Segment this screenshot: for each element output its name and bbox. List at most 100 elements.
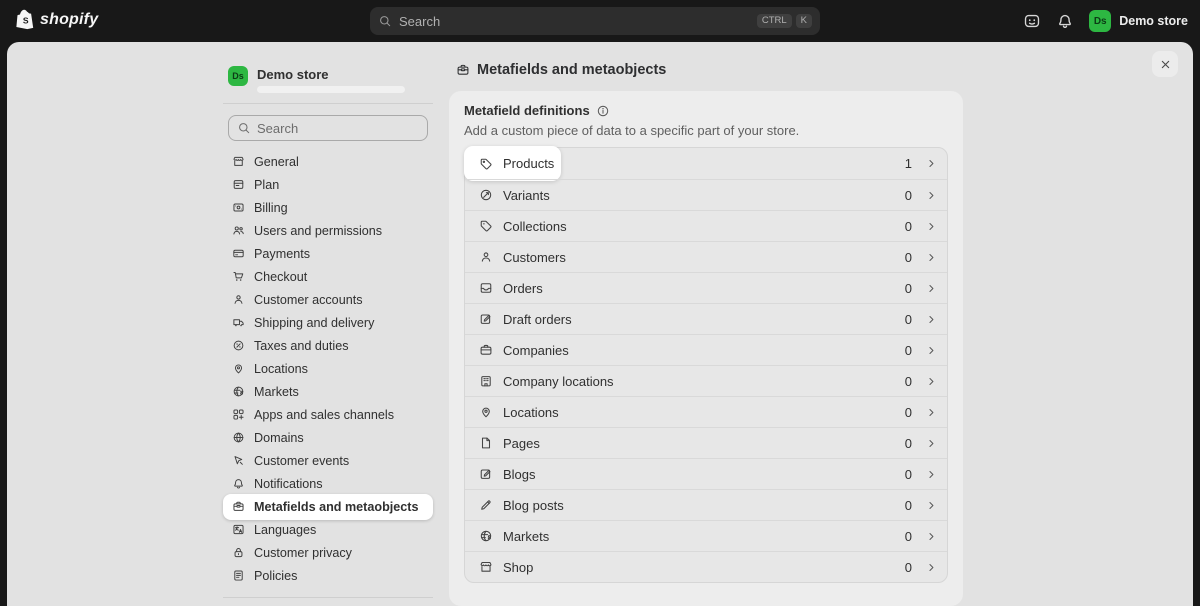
shopify-logo[interactable]: S shopify [16, 9, 98, 30]
row-count: 0 [905, 374, 912, 389]
sidebar-item-label: Metafields and metaobjects [254, 501, 418, 514]
sidebar-item-label: Locations [254, 363, 308, 376]
sidebar-item-customer-accounts[interactable]: Customer accounts [223, 288, 433, 311]
billing-icon [232, 201, 245, 214]
sidebar-item-shipping-and-delivery[interactable]: Shipping and delivery [223, 311, 433, 334]
sidebar-item-policies[interactable]: Policies [223, 564, 433, 587]
metafield-row-collections[interactable]: Collections0 [465, 210, 947, 241]
payments-icon [232, 247, 245, 260]
sidebar-item-users-and-permissions[interactable]: Users and permissions [223, 219, 433, 242]
global-search-placeholder: Search [399, 14, 750, 29]
sidebar-item-label: General [254, 156, 299, 169]
sidebar-item-locations[interactable]: Locations [223, 357, 433, 380]
chevron-right-icon [925, 437, 938, 450]
company-locations-icon [479, 374, 493, 388]
collection-icon [479, 219, 493, 233]
row-count: 0 [905, 281, 912, 296]
metafield-row-variants[interactable]: Variants0 [465, 179, 947, 210]
sidebar-item-label: Taxes and duties [254, 340, 349, 353]
chevron-right-icon [925, 220, 938, 233]
row-count: 0 [905, 219, 912, 234]
chevron-right-icon [925, 313, 938, 326]
row-count: 0 [905, 560, 912, 575]
sidebar-item-general[interactable]: General [223, 150, 433, 173]
store-name: Demo store [257, 68, 405, 82]
sidebar-item-billing[interactable]: Billing [223, 196, 433, 219]
metafield-row-locations[interactable]: Locations0 [465, 396, 947, 427]
sidebar-item-metafields-and-metaobjects[interactable]: Metafields and metaobjects [223, 494, 433, 520]
metafield-row-pages[interactable]: Pages0 [465, 427, 947, 458]
cart-icon [232, 270, 245, 283]
metafield-row-markets[interactable]: Markets0 [465, 520, 947, 551]
sidebar-item-domains[interactable]: Domains [223, 426, 433, 449]
close-button[interactable] [1152, 51, 1178, 77]
metafield-row-blog-posts[interactable]: Blog posts0 [465, 489, 947, 520]
metafield-row-draft-orders[interactable]: Draft orders0 [465, 303, 947, 334]
row-count: 0 [905, 436, 912, 451]
store-menu[interactable]: Ds Demo store [1089, 10, 1188, 32]
sidebar-item-languages[interactable]: Languages [223, 518, 433, 541]
store-icon [232, 155, 245, 168]
sidebar-item-customer-privacy[interactable]: Customer privacy [223, 541, 433, 564]
sidebar-item-payments[interactable]: Payments [223, 242, 433, 265]
notifications-bell-icon[interactable] [1056, 12, 1074, 30]
store-avatar: Ds [1089, 10, 1111, 32]
row-count: 0 [905, 467, 912, 482]
row-label: Blogs [503, 467, 905, 482]
row-label: Shop [503, 560, 905, 575]
sidebar-item-label: Languages [254, 524, 316, 537]
sidebar-item-label: Policies [254, 570, 297, 583]
taxes-icon [232, 339, 245, 352]
metafield-row-company-locations[interactable]: Company locations0 [465, 365, 947, 396]
row-label: Customers [503, 250, 905, 265]
metafield-row-customers[interactable]: Customers0 [465, 241, 947, 272]
svg-text:S: S [23, 15, 29, 25]
kbd-k: K [796, 14, 812, 28]
row-count: 1 [905, 156, 912, 171]
pin-icon [232, 362, 245, 375]
bell-icon [232, 477, 245, 490]
sidebar-item-notifications[interactable]: Notifications [223, 472, 433, 495]
chevron-right-icon [925, 157, 938, 170]
chevron-right-icon [925, 344, 938, 357]
row-label: Company locations [503, 374, 905, 389]
topbar-actions: Ds Demo store [1023, 0, 1188, 42]
globe-icon [232, 385, 245, 398]
sidebar-item-label: Shipping and delivery [254, 317, 374, 330]
chevron-right-icon [925, 375, 938, 388]
topbar: S shopify Search CTRL K Ds Demo store [0, 0, 1200, 42]
sidebar-item-apps-and-sales-channels[interactable]: Apps and sales channels [223, 403, 433, 426]
person-icon [232, 293, 245, 306]
global-search-input[interactable]: Search CTRL K [370, 7, 820, 35]
card-heading: Metafield definitions [464, 103, 590, 118]
store-avatar: Ds [228, 66, 248, 86]
person-icon [479, 250, 493, 264]
row-count: 0 [905, 188, 912, 203]
sidebar-item-plan[interactable]: Plan [223, 173, 433, 196]
chevron-right-icon [925, 468, 938, 481]
settings-search-input[interactable]: Search [228, 115, 428, 141]
row-label: Products [503, 156, 905, 171]
pin-icon [479, 405, 493, 419]
sidebar-item-customer-events[interactable]: Customer events [223, 449, 433, 472]
chevron-right-icon [925, 561, 938, 574]
sidebar-item-taxes-and-duties[interactable]: Taxes and duties [223, 334, 433, 357]
store-subtitle-placeholder [257, 86, 405, 93]
info-icon[interactable] [596, 104, 610, 118]
divider [223, 103, 433, 104]
metafield-row-orders[interactable]: Orders0 [465, 272, 947, 303]
metafield-definition-list: Products1Variants0Collections0Customers0… [464, 147, 948, 583]
sidebar-item-markets[interactable]: Markets [223, 380, 433, 403]
metafield-row-companies[interactable]: Companies0 [465, 334, 947, 365]
search-icon [378, 14, 392, 28]
settings-sidebar: Ds Demo store Search General PlanBillingU… [223, 42, 433, 606]
metafield-row-shop[interactable]: Shop0 [465, 551, 947, 582]
translate-icon [232, 523, 245, 536]
sidekick-icon[interactable] [1023, 12, 1041, 30]
sidebar-item-checkout[interactable]: Checkout [223, 265, 433, 288]
blog-posts-icon [479, 498, 493, 512]
row-label: Orders [503, 281, 905, 296]
metafield-row-blogs[interactable]: Blogs0 [465, 458, 947, 489]
metafield-row-products[interactable]: Products1 [465, 148, 947, 179]
metaobjects-icon [232, 500, 245, 513]
